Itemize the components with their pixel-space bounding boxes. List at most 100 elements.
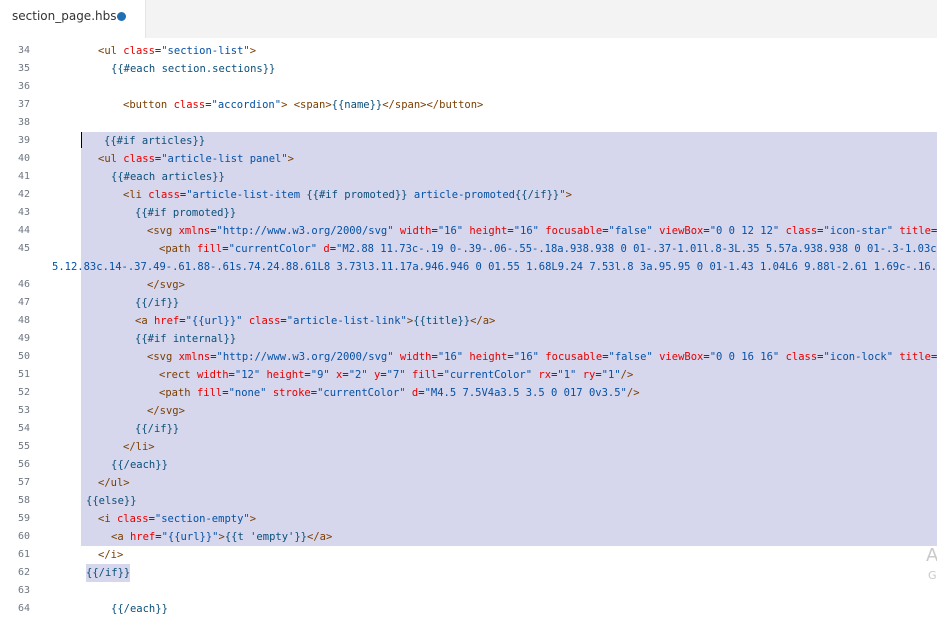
code-line[interactable]: 34 <ul class="section-list">: [0, 42, 937, 60]
code-text: 5.12.83c.14-.37.49-.61.88-.61s.74.24.88.…: [52, 258, 937, 276]
code-line[interactable]: 36: [0, 78, 937, 96]
code-token: "section-list": [161, 45, 250, 57]
line-number: 54: [17, 423, 30, 434]
line-number: 47: [17, 297, 30, 308]
code-token: "16": [513, 351, 546, 363]
code-editor[interactable]: 34 <ul class="section-list"> 35 {{#each sec…: [0, 38, 937, 622]
code-token: <rect: [159, 369, 197, 381]
code-token: "http://www.w3.org/2000/svg": [216, 351, 400, 363]
code-token: "article-list panel": [161, 153, 288, 165]
code-line[interactable]: 60 <a href="{{url}}">{{t 'empty'}}</a>: [0, 528, 937, 546]
tab-section-page[interactable]: section_page.hbs: [0, 0, 146, 38]
code-token: "0 0 16 16": [709, 351, 786, 363]
code-token: article-promoted: [407, 189, 515, 201]
code-text: <svg xmlns="http://www.w3.org/2000/svg" …: [147, 222, 937, 240]
code-token: {{else}}: [86, 495, 137, 507]
code-token: 5.12.83c.14-.37.49-.61.88-.61s.74.24.88.…: [52, 261, 937, 273]
code-line[interactable]: 52 <path fill="none" stroke="currentColor…: [0, 384, 937, 402]
code-line[interactable]: 40 <ul class="article-list panel">: [0, 150, 937, 168]
line-number: 43: [17, 207, 30, 218]
code-line[interactable]: 45 <path fill="currentColor" d="M2.88 11.…: [0, 240, 937, 258]
code-line[interactable]: 63: [0, 582, 937, 600]
code-line[interactable]: 39 {{#if articles}}: [0, 132, 937, 150]
code-line[interactable]: 49 {{#if internal}}: [0, 330, 937, 348]
line-number: 59: [17, 513, 30, 524]
code-token: viewBox: [659, 225, 704, 237]
code-text: {{else}}: [86, 492, 137, 510]
code-token: class: [123, 153, 155, 165]
code-token: {{/each}}: [111, 459, 168, 471]
tab-bar: section_page.hbs: [0, 0, 937, 38]
code-token: <ul: [98, 153, 124, 165]
code-line[interactable]: 53 </svg>: [0, 402, 937, 420]
code-token: "16": [513, 225, 546, 237]
code-line[interactable]: 58 {{else}}: [0, 492, 937, 510]
code-token: {{/if}}: [135, 297, 180, 309]
code-token: class: [248, 315, 281, 327]
code-text: <li class="article-list-item {{#if promo…: [123, 186, 572, 204]
code-line[interactable]: 62 {{/if}}: [0, 564, 937, 582]
code-line[interactable]: 44 <svg xmlns="http://www.w3.org/2000/svg…: [0, 222, 937, 240]
code-token: "currentColor": [443, 369, 539, 381]
code-token: height: [469, 351, 508, 363]
code-token: "M2.88 11.73c-.19 0-.39-.06-.55-.18a.938…: [336, 243, 937, 255]
code-line[interactable]: 61 </i>: [0, 546, 937, 564]
code-line[interactable]: 48 <a href="{{url}}" class="article-list-…: [0, 312, 937, 330]
code-text: </svg>: [147, 276, 185, 294]
code-text: {{/each}}: [111, 456, 168, 474]
code-token: {{/if}}: [86, 567, 131, 579]
code-token: stroke: [272, 387, 311, 399]
line-number: 48: [17, 315, 30, 326]
code-token: xmlns: [178, 225, 211, 237]
code-line[interactable]: 38: [0, 114, 937, 132]
line-number: 53: [17, 405, 30, 416]
code-line[interactable]: 47 {{/if}}: [0, 294, 937, 312]
code-line[interactable]: 51 <rect width="12" height="9" x="2" y="7…: [0, 366, 937, 384]
code-line[interactable]: 42 <li class="article-list-item {{#if pro…: [0, 186, 937, 204]
code-text: {{#if promoted}}: [135, 204, 236, 222]
code-token: "{{url}}": [185, 315, 249, 327]
code-line[interactable]: 64 {{/each}}: [0, 600, 937, 618]
code-token: "M4.5 7.5V4a3.5 3.5 0 017 0v3.5": [424, 387, 627, 399]
code-token: "7": [386, 369, 412, 381]
code-token: "false": [608, 351, 660, 363]
code-token: "currentColor": [228, 243, 324, 255]
code-line[interactable]: 57 </ul>: [0, 474, 937, 492]
code-token: "0 0 12 12": [709, 225, 786, 237]
code-token: "2": [348, 369, 374, 381]
line-number: 37: [17, 99, 30, 110]
code-token: >: [287, 153, 294, 165]
code-line[interactable]: 54 {{/if}}: [0, 420, 937, 438]
code-line[interactable]: 46 </svg>: [0, 276, 937, 294]
line-number: 36: [17, 81, 30, 92]
line-number: 57: [17, 477, 30, 488]
code-line[interactable]: 59 <i class="section-empty">: [0, 510, 937, 528]
code-token: </span></button>: [382, 99, 484, 111]
code-line[interactable]: 41 {{#each articles}}: [0, 168, 937, 186]
code-line[interactable]: 50 <svg xmlns="http://www.w3.org/2000/svg…: [0, 348, 937, 366]
code-line[interactable]: 35 {{#each section.sections}}: [0, 60, 937, 78]
code-token: ry: [582, 369, 596, 381]
line-number: 62: [17, 567, 30, 578]
code-token: title: [899, 225, 931, 237]
code-line[interactable]: 56 {{/each}}: [0, 456, 937, 474]
code-line[interactable]: 43 {{#if promoted}}: [0, 204, 937, 222]
code-line[interactable]: 55 </li>: [0, 438, 937, 456]
line-number: 38: [17, 117, 30, 128]
code-text: {{/each}}: [111, 600, 168, 618]
code-token: "9": [310, 369, 337, 381]
code-token: <i: [98, 513, 117, 525]
code-token: {{/if}}: [135, 423, 180, 435]
code-text: </ul>: [98, 474, 130, 492]
code-line[interactable]: 5.12.83c.14-.37.49-.61.88-.61s.74.24.88.…: [0, 258, 937, 276]
code-token: "article-list-link": [286, 315, 407, 327]
unsaved-dot-icon[interactable]: [117, 12, 126, 21]
code-text: <a href="{{url}}">{{t 'empty'}}</a>: [111, 528, 332, 546]
code-token: title: [899, 351, 931, 363]
line-number: 50: [17, 351, 30, 362]
code-token: fill: [196, 387, 223, 399]
code-line[interactable]: 37 <button class="accordion"> <span>{{nam…: [0, 96, 937, 114]
code-token: >: [281, 99, 294, 111]
code-token: focusable: [545, 225, 603, 237]
code-token: {{/if}}: [514, 189, 560, 201]
